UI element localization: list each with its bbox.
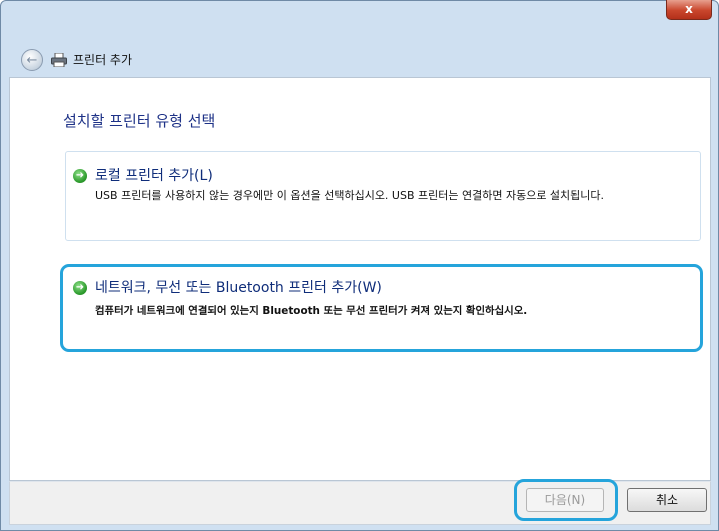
back-arrow-icon: ← (26, 52, 38, 68)
network-printer-option-description: 컴퓨터가 네트워크에 연결되어 있는지 Bluetooth 또는 무선 프린터가… (95, 305, 528, 317)
navigation-bar: ← 프린터 추가 (9, 41, 709, 77)
printer-icon (51, 53, 67, 67)
nav-title: 프린터 추가 (73, 53, 133, 67)
content-panel: 설치할 프린터 유형 선택 ➜ 로컬 프린터 추가(L) USB 프린터를 사용… (9, 77, 711, 481)
local-printer-option-description: USB 프린터를 사용하지 않는 경우에만 이 옵션을 선택하십시오. USB … (95, 189, 605, 202)
green-arrow-icon: ➜ (73, 169, 87, 183)
close-icon: x (685, 2, 693, 16)
network-printer-option[interactable]: ➜ 네트워크, 무선 또는 Bluetooth 프린터 추가(W) 컴퓨터가 네… (60, 264, 703, 352)
close-button[interactable]: x (666, 0, 712, 20)
local-printer-option[interactable]: ➜ 로컬 프린터 추가(L) USB 프린터를 사용하지 않는 경우에만 이 옵… (65, 151, 701, 241)
green-arrow-icon: ➜ (73, 281, 87, 295)
next-button[interactable]: 다음(N) (526, 488, 604, 512)
title-bar[interactable]: x (1, 0, 718, 35)
cancel-button[interactable]: 취소 (627, 488, 707, 512)
page-heading: 설치할 프린터 유형 선택 (63, 112, 216, 130)
add-printer-window: x ← 프린터 추가 설치할 프린터 유형 선택 ➜ 로컬 프린터 추가(L) … (0, 0, 719, 531)
back-button[interactable]: ← (21, 49, 43, 71)
local-printer-option-title: 로컬 프린터 추가(L) (95, 168, 213, 184)
network-printer-option-title: 네트워크, 무선 또는 Bluetooth 프린터 추가(W) (95, 280, 382, 296)
